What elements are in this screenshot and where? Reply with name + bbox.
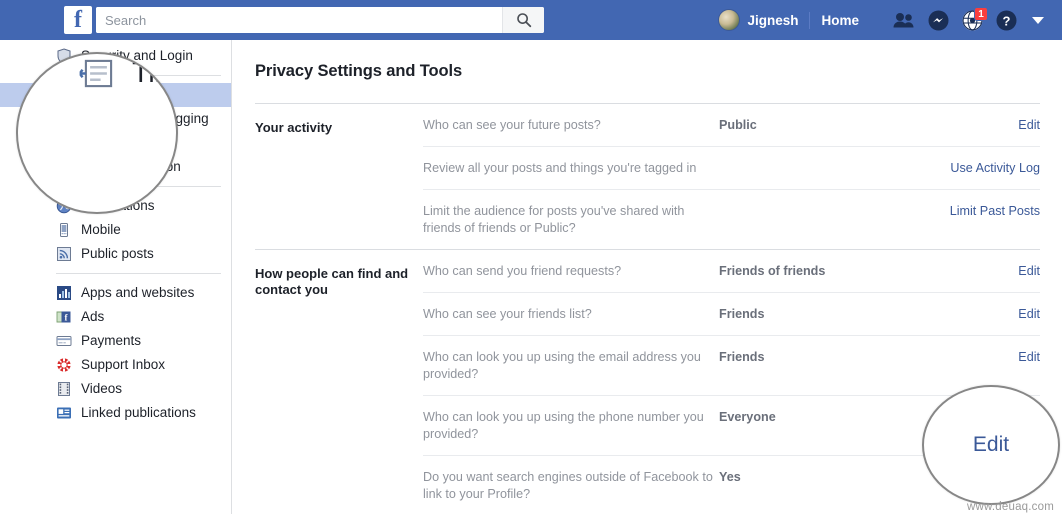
sidebar-item-apps-and-websites[interactable]: Apps and websites xyxy=(0,281,231,305)
sidebar-item-label: Public posts xyxy=(81,246,154,261)
sidebar-item-label: Payments xyxy=(81,333,142,348)
watermark: www.deuaq.com xyxy=(967,501,1054,513)
sidebar-item-mobile[interactable]: Mobile xyxy=(0,218,231,242)
search-bar xyxy=(96,7,544,33)
row-value: Friends of friends xyxy=(719,264,826,278)
friend-requests-icon xyxy=(893,13,914,28)
row-action-link[interactable]: Edit xyxy=(889,117,1040,134)
sidebar-item-label: Mobile xyxy=(81,222,121,237)
linked-publications-icon xyxy=(57,407,71,419)
search-button[interactable] xyxy=(502,7,544,33)
sidebar-item-label: Ads xyxy=(81,309,105,324)
sidebar-item-label: Videos xyxy=(81,381,123,396)
ads-icon: f xyxy=(56,311,71,323)
profile-name-link[interactable]: Jignesh xyxy=(747,13,798,28)
sidebar-item-linked-publications[interactable]: Linked publications xyxy=(0,401,231,425)
section-your-activity: Your activity Who can see your future po… xyxy=(255,104,1040,249)
table-row: Who can see your friends list? Friends E… xyxy=(423,292,1040,335)
row-action-link[interactable]: Edit xyxy=(889,263,1040,280)
film-strip-icon xyxy=(58,382,70,396)
row-action-link[interactable]: Use Activity Log xyxy=(889,160,1040,177)
row-question: Who can see your future posts? xyxy=(423,118,601,132)
section-heading: How people can find and contact you xyxy=(255,266,409,297)
notifications-button[interactable]: 1 xyxy=(958,6,988,34)
page-title: Privacy Settings and Tools xyxy=(255,62,463,80)
row-value: Friends xyxy=(719,307,765,321)
row-question: Who can look you up using the phone numb… xyxy=(423,410,704,441)
magnified-item-label: Timeline and Tagging xyxy=(132,56,178,89)
sidebar-item-label: Linked publications xyxy=(81,405,196,420)
sidebar-item-support-inbox[interactable]: Support Inbox xyxy=(0,353,231,377)
timeline-icon xyxy=(79,59,113,88)
magnifier-privacy-callout: Security and Login Privacy Timeline and … xyxy=(16,52,178,214)
row-question: Who can send you friend requests? xyxy=(423,264,622,278)
app-root: f Jignesh Home xyxy=(0,0,1062,514)
sidebar-item-ads[interactable]: f Ads xyxy=(0,305,231,329)
magnifier-privacy-content: Security and Login Privacy Timeline and … xyxy=(18,54,178,99)
messenger-button[interactable] xyxy=(924,6,952,34)
search-icon xyxy=(516,13,531,28)
top-nav-right-group: Jignesh Home 1 ? xyxy=(718,0,1062,40)
section-heading: Your activity xyxy=(255,120,333,135)
row-value: Yes xyxy=(719,470,741,484)
table-row: Review all your posts and things you're … xyxy=(423,146,1040,189)
messenger-icon xyxy=(928,10,948,30)
row-question: Who can look you up using the email addr… xyxy=(423,350,701,381)
section-rows: Who can see your future posts? Public Ed… xyxy=(423,104,1040,249)
magnified-edit-label: Edit xyxy=(972,433,1010,456)
row-action-link[interactable]: Edit xyxy=(889,349,1040,366)
sidebar-item-label: Support Inbox xyxy=(81,357,166,372)
row-action-link[interactable]: Edit xyxy=(889,306,1040,323)
table-row: Who can send you friend requests? Friend… xyxy=(423,250,1040,292)
section-how-people-find-you: How people can find and contact you Who … xyxy=(255,250,1040,514)
row-question: Do you want search engines outside of Fa… xyxy=(423,470,713,501)
avatar[interactable] xyxy=(718,9,741,31)
row-question: Review all your posts and things you're … xyxy=(423,161,697,175)
table-row: Who can see your future posts? Public Ed… xyxy=(423,104,1040,146)
magnified-item-timeline-and-tagging: Timeline and Tagging xyxy=(18,54,178,99)
sidebar-item-public-posts[interactable]: Public posts xyxy=(0,242,231,266)
row-value: Public xyxy=(719,118,757,132)
apps-icon xyxy=(57,286,71,300)
magnifier-edit-callout: Edit xyxy=(922,385,1060,505)
notifications-badge: 1 xyxy=(974,7,988,21)
chevron-down-icon[interactable] xyxy=(1032,16,1044,24)
facebook-logo-icon[interactable]: f xyxy=(64,6,92,34)
table-row: Limit the audience for posts you've shar… xyxy=(423,189,1040,249)
sidebar-item-videos[interactable]: Videos xyxy=(0,377,231,401)
row-value: Everyone xyxy=(719,410,776,424)
row-question: Limit the audience for posts you've shar… xyxy=(423,204,685,235)
home-link[interactable]: Home xyxy=(821,13,859,28)
lifebuoy-icon xyxy=(57,358,71,372)
rss-icon xyxy=(57,247,71,261)
facebook-top-navigation-bar: f Jignesh Home xyxy=(0,0,1062,40)
sidebar-divider xyxy=(56,273,221,274)
row-value: Friends xyxy=(719,350,765,364)
mobile-icon xyxy=(60,223,68,237)
nav-divider xyxy=(809,11,811,29)
friend-requests-button[interactable] xyxy=(890,6,918,34)
search-input[interactable] xyxy=(96,7,502,33)
sidebar-item-payments[interactable]: Payments xyxy=(0,329,231,353)
help-icon: ? xyxy=(996,10,1016,30)
help-button[interactable]: ? xyxy=(992,6,1020,34)
row-action-link[interactable]: Limit Past Posts xyxy=(889,203,1040,220)
sidebar-item-label: Apps and websites xyxy=(81,285,195,300)
row-question: Who can see your friends list? xyxy=(423,307,592,321)
svg-text:?: ? xyxy=(1002,13,1010,28)
table-row: Who can look you up using the email addr… xyxy=(423,335,1040,395)
payments-card-icon xyxy=(56,336,72,346)
